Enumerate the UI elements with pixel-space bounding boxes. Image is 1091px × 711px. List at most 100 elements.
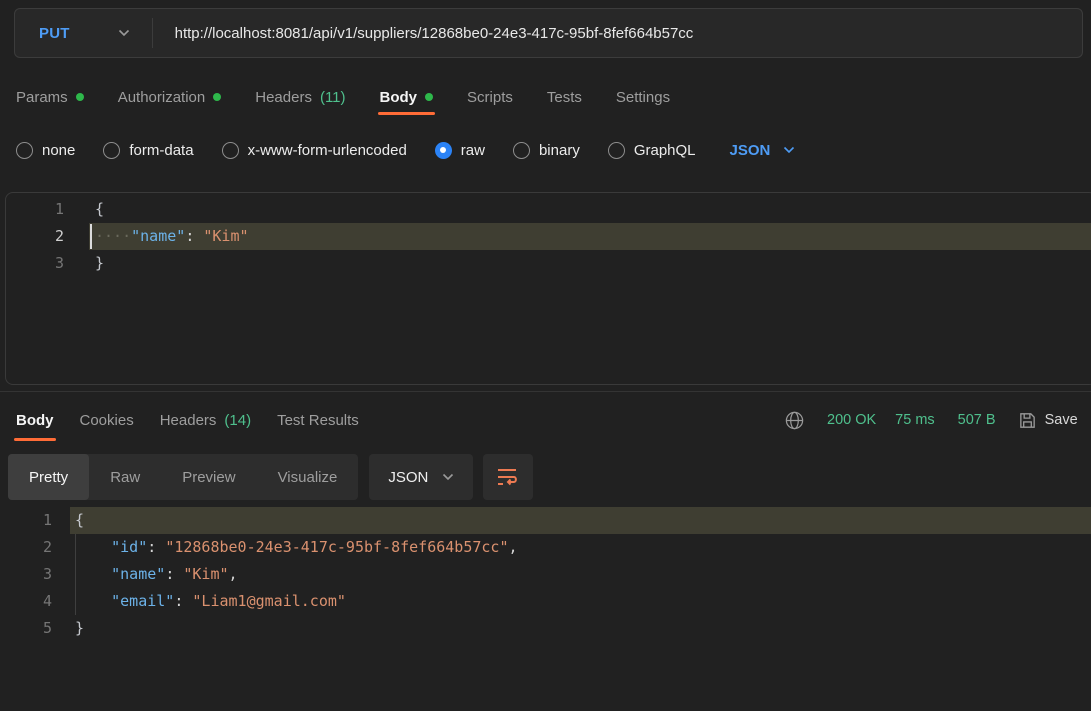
code-line: 5 } [0,615,1091,642]
globe-icon [785,411,804,429]
response-size: 507 B [957,412,996,428]
tab-headers-label: Headers [255,88,312,106]
active-line-highlight [70,507,1091,534]
whitespace-dots: ···· [95,227,132,245]
response-tab-headers[interactable]: Headers (14) [160,400,251,440]
view-raw-button[interactable]: Raw [89,454,161,500]
tab-params-label: Params [16,88,68,106]
response-time: 75 ms [895,412,935,428]
code-token: "Kim" [183,565,229,583]
code-token: : [165,565,184,583]
radio-binary[interactable]: binary [512,141,580,159]
tab-body[interactable]: Body [377,80,435,115]
code-token: : [147,538,166,556]
radio-graphql-label: GraphQL [633,141,696,159]
response-headers-count-badge: (14) [224,411,252,429]
response-language-label: JSON [388,468,429,486]
method-label: PUT [39,24,70,42]
code-token: : [174,592,193,610]
response-view-switcher: Pretty Raw Preview Visualize [8,454,359,500]
section-divider [0,391,1091,392]
code-line-active: 1 { [0,507,1091,534]
view-preview-button[interactable]: Preview [161,454,256,500]
radio-form-data-label: form-data [129,141,194,159]
headers-count-badge: (11) [319,88,346,106]
request-tabs: Params Authorization Headers (11) Body S… [16,80,670,115]
response-language-dropdown[interactable]: JSON [369,454,474,500]
radio-binary-label: binary [538,141,580,159]
view-pretty-label: Pretty [29,468,69,486]
code-token: , [508,538,518,556]
radio-raw-label: raw [460,141,485,159]
url-input[interactable]: http://localhost:8081/api/v1/suppliers/1… [153,25,1082,42]
code-token: : [185,227,204,245]
view-visualize-button[interactable]: Visualize [257,454,359,500]
view-pretty-button[interactable]: Pretty [8,454,90,500]
request-body-editor[interactable]: 1 { 2 ····"name": "Kim" 3 } [5,192,1091,385]
radio-form-data[interactable]: form-data [103,141,194,159]
tab-headers[interactable]: Headers (11) [255,80,345,114]
indent-guide [75,534,76,615]
chevron-down-icon [443,473,454,481]
line-number: 5 [42,619,52,637]
line-number: 3 [42,565,52,583]
chevron-down-icon [784,146,795,154]
line-number: 4 [42,592,52,610]
response-tab-cookies[interactable]: Cookies [80,400,134,440]
radio-urlencoded[interactable]: x-www-form-urlencoded [221,141,407,159]
word-wrap-button[interactable] [483,454,534,500]
body-status-dot [425,93,434,101]
radio-graphql[interactable]: GraphQL [607,141,696,159]
response-tab-body-label: Body [16,411,54,429]
code-line: 3 "name": "Kim", [0,561,1091,588]
tab-body-label: Body [379,88,418,106]
radio-circle [607,141,625,159]
code-token: "name" [131,227,186,245]
network-info-button[interactable] [784,410,805,431]
radio-raw[interactable]: raw [434,141,485,159]
response-header: Body Cookies Headers (14) Test Results 2… [0,400,1091,441]
code-token: } [95,254,105,272]
radio-urlencoded-label: x-www-form-urlencoded [247,141,407,159]
code-line-active: 2 ····"name": "Kim" [6,223,1091,250]
tab-params[interactable]: Params [16,80,84,114]
api-client-app: PUT http://localhost:8081/api/v1/supplie… [0,0,1091,711]
response-tab-cookies-label: Cookies [79,411,134,429]
params-status-dot [75,93,84,101]
save-label: Save [1044,412,1078,428]
radio-circle [103,141,121,159]
radio-none-label: none [42,141,76,159]
code-token: "name" [111,565,166,583]
request-language-dropdown[interactable]: JSON [730,142,796,159]
tab-authorization[interactable]: Authorization [118,80,222,114]
code-token: { [95,200,105,218]
response-toolbar: Pretty Raw Preview Visualize JSON [8,454,534,500]
method-selector[interactable]: PUT [15,9,152,57]
tab-scripts[interactable]: Scripts [467,80,513,114]
view-visualize-label: Visualize [277,468,338,486]
code-token: { [75,511,85,529]
line-number: 1 [54,200,64,218]
save-icon [1019,412,1035,428]
tab-settings-label: Settings [615,88,671,106]
tab-settings[interactable]: Settings [616,80,670,114]
response-tab-test-results[interactable]: Test Results [277,400,359,440]
response-tab-body[interactable]: Body [14,400,55,441]
code-token: , [228,565,238,583]
radio-circle [16,141,33,159]
radio-circle [221,141,239,159]
radio-circle-checked [434,141,452,159]
response-tab-test-results-label: Test Results [277,411,359,429]
line-number: 3 [54,254,64,272]
tab-tests[interactable]: Tests [547,80,582,114]
radio-none[interactable]: none [16,141,76,159]
code-token: "12868be0-24e3-417c-95bf-8fef664b57cc" [165,538,509,556]
code-token: "Kim" [203,227,249,245]
response-body-viewer[interactable]: 1 { 2 "id": "12868be0-24e3-417c-95bf-8fe… [0,507,1091,642]
chevron-down-icon [118,29,129,37]
save-response-button[interactable]: Save [1018,411,1078,430]
status-badge: 200 OK [827,412,877,428]
request-language-label: JSON [729,141,771,159]
